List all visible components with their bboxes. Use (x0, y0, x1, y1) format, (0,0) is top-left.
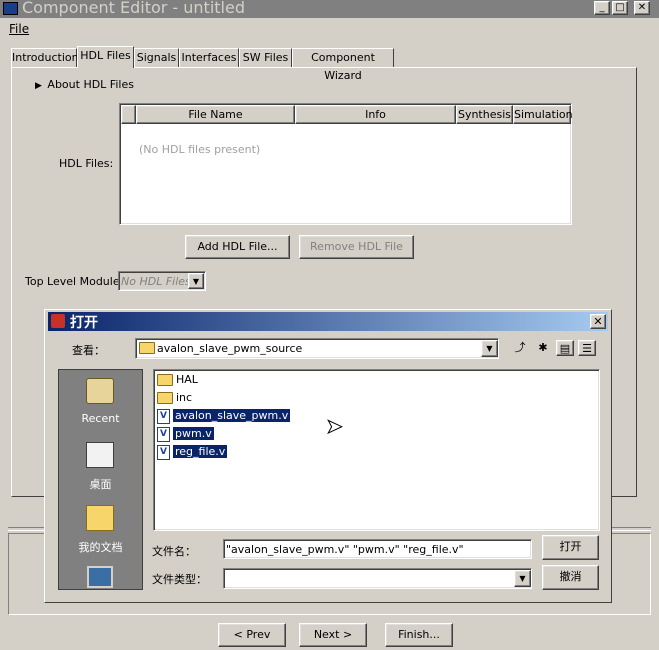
tab-sw-files[interactable]: SW Files (239, 48, 292, 67)
column-synthesis[interactable]: Synthesis (456, 105, 513, 124)
chevron-down-icon[interactable]: ▼ (481, 340, 498, 357)
minimize-button[interactable]: _ (594, 1, 610, 15)
file-name: avalon_slave_pwm.v (173, 409, 291, 422)
column-select[interactable] (121, 105, 136, 124)
prev-button[interactable]: < Prev (218, 623, 286, 647)
maximize-button[interactable]: □ (612, 1, 628, 15)
top-level-module-label: Top Level Module: (25, 275, 124, 288)
my-documents-place[interactable]: 我的文档 (59, 505, 142, 555)
list-item[interactable]: Vreg_file.v (157, 444, 228, 460)
filename-value: "avalon_slave_pwm.v" "pwm.v" "reg_file.v… (226, 543, 464, 556)
top-level-module-value: No HDL Files (121, 275, 191, 288)
desktop-icon (86, 442, 114, 468)
file-name: pwm.v (173, 427, 214, 440)
tab-signals[interactable]: Signals (134, 48, 179, 67)
filename-input[interactable]: "avalon_slave_pwm.v" "pwm.v" "reg_file.v… (223, 539, 532, 559)
folder-icon (139, 342, 155, 354)
places-bar: Recent 桌面 我的文档 (58, 369, 143, 590)
look-in-select[interactable]: avalon_slave_pwm_source ▼ (135, 338, 499, 359)
tab-component-wizard[interactable]: Component Wizard (292, 48, 394, 82)
recent-icon (86, 378, 114, 404)
window-title: Component Editor - untitled (22, 0, 245, 17)
remove-hdl-file-button[interactable]: Remove HDL File (299, 235, 414, 259)
verilog-file-icon: V (157, 444, 170, 460)
tab-hdl-files[interactable]: HDL Files (77, 46, 134, 68)
look-in-label: 查看： (72, 344, 105, 357)
title-bar: Component Editor - untitled _ □ ✕ (0, 0, 659, 18)
open-button[interactable]: 打开 (542, 535, 599, 560)
filetype-select[interactable]: ▼ (223, 568, 532, 589)
app-icon (3, 2, 18, 15)
file-name: reg_file.v (173, 445, 228, 458)
recent-label: Recent (81, 412, 120, 425)
menu-file[interactable]: File (9, 22, 29, 36)
expand-arrow-icon: ▶ (35, 81, 42, 91)
top-level-module-select[interactable]: No HDL Files ▼ (118, 271, 206, 291)
column-file-name[interactable]: File Name (136, 105, 295, 124)
column-info[interactable]: Info (295, 105, 456, 124)
dialog-close-button[interactable]: ✕ (590, 314, 606, 329)
my-documents-label: 我的文档 (78, 541, 123, 554)
look-in-value: avalon_slave_pwm_source (157, 342, 303, 355)
menu-bar: File (0, 20, 659, 40)
recent-place[interactable]: Recent (59, 378, 142, 428)
list-item[interactable]: inc (157, 390, 192, 406)
chevron-down-icon[interactable]: ▼ (514, 570, 531, 587)
dialog-title: 打开 (70, 315, 98, 331)
folder-icon (157, 392, 173, 404)
dialog-title-bar: 打开 ✕ (48, 312, 608, 331)
computer-place[interactable] (59, 566, 142, 589)
verilog-file-icon: V (157, 408, 170, 424)
close-button[interactable]: ✕ (634, 1, 650, 15)
list-item[interactable]: Vavalon_slave_pwm.v (157, 408, 291, 424)
open-file-dialog: 打开 ✕ 查看： avalon_slave_pwm_source ▼ ⤴ ✱ ▤… (44, 309, 612, 603)
java-icon (51, 314, 65, 328)
next-button[interactable]: Next > (299, 623, 367, 647)
column-simulation[interactable]: Simulation (513, 105, 573, 124)
file-list[interactable]: HAL inc Vavalon_slave_pwm.v Vpwm.v Vreg_… (153, 369, 600, 531)
hdl-files-label: HDL Files: (59, 157, 114, 170)
tab-interfaces[interactable]: Interfaces (179, 48, 239, 67)
up-folder-icon[interactable]: ⤴ (511, 340, 529, 356)
file-name: inc (176, 391, 193, 404)
folder-icon (157, 374, 173, 386)
about-hdl-toggle[interactable]: ▶ About HDL Files (35, 78, 134, 91)
new-folder-icon[interactable]: ✱ (534, 340, 552, 356)
tab-introduction[interactable]: Introduction (11, 48, 79, 67)
about-hdl-label: About HDL Files (47, 78, 134, 91)
documents-folder-icon (86, 505, 114, 531)
filename-label: 文件名： (152, 545, 196, 558)
list-view-icon[interactable]: ▤ (556, 340, 574, 356)
verilog-file-icon: V (157, 426, 170, 442)
empty-table-message: (No HDL files present) (139, 143, 261, 156)
desktop-place[interactable]: 桌面 (59, 442, 142, 492)
hdl-files-table[interactable]: File Name Info Synthesis Simulation (No … (119, 103, 573, 225)
add-hdl-file-button[interactable]: Add HDL File... (185, 235, 290, 259)
filetype-label: 文件类型： (152, 573, 207, 586)
finish-button[interactable]: Finish... (385, 623, 453, 647)
desktop-label: 桌面 (89, 478, 112, 491)
file-name: HAL (176, 373, 198, 386)
cancel-button[interactable]: 撤消 (542, 565, 599, 590)
list-item[interactable]: Vpwm.v (157, 426, 214, 442)
list-item[interactable]: HAL (157, 372, 198, 388)
mouse-cursor-icon: ➤ (326, 414, 344, 438)
computer-icon (87, 566, 113, 588)
chevron-down-icon[interactable]: ▼ (188, 273, 204, 289)
details-view-icon[interactable]: ☰ (578, 340, 596, 356)
